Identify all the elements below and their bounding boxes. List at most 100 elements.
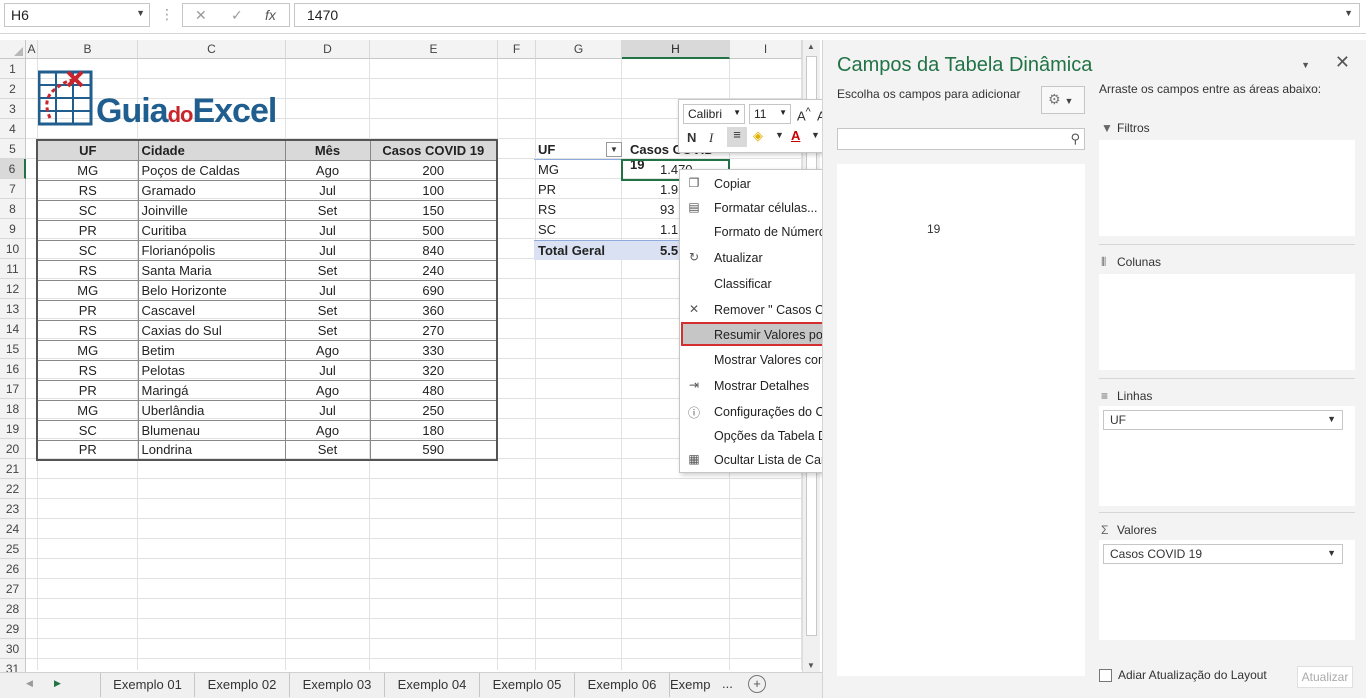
row-header-1[interactable]: 1: [0, 59, 26, 79]
row-header-20[interactable]: 20: [0, 439, 26, 459]
cell-cidade[interactable]: Uberlândia: [137, 399, 286, 421]
row-header-25[interactable]: 25: [0, 539, 26, 559]
field-list[interactable]: 19: [837, 164, 1085, 676]
cell-cidade[interactable]: Caxias do Sul: [137, 319, 286, 341]
cell-cidade[interactable]: Joinville: [137, 199, 286, 221]
chevron-down-icon[interactable]: ▼: [1301, 60, 1310, 70]
row-header-17[interactable]: 17: [0, 379, 26, 399]
values-drop-area[interactable]: Casos COVID 19 ▼: [1099, 540, 1355, 640]
cell-cidade[interactable]: Santa Maria: [137, 259, 286, 281]
cell-cidade[interactable]: Florianópolis: [137, 239, 286, 261]
row-header-15[interactable]: 15: [0, 339, 26, 359]
cell-casos[interactable]: 330: [369, 339, 498, 361]
rows-field-uf[interactable]: UF ▼: [1103, 410, 1343, 430]
cell-casos[interactable]: 590: [369, 439, 498, 461]
row-header-6[interactable]: 6: [0, 159, 26, 179]
columns-drop-area[interactable]: [1099, 274, 1355, 370]
header-mes[interactable]: Mês: [284, 139, 371, 161]
insert-function-icon[interactable]: fx: [265, 7, 276, 23]
italic-button[interactable]: I: [709, 130, 713, 146]
cell-casos[interactable]: 320: [369, 359, 498, 381]
cell-uf[interactable]: RS: [36, 259, 139, 281]
cell-mes[interactable]: Jul: [284, 359, 371, 381]
chevron-down-icon[interactable]: ▼: [136, 8, 145, 18]
chevron-down-icon[interactable]: ▼: [1327, 548, 1336, 558]
cell-mes[interactable]: Ago: [284, 339, 371, 361]
column-header-e[interactable]: E: [370, 40, 498, 59]
row-header-24[interactable]: 24: [0, 519, 26, 539]
cell-uf[interactable]: PR: [36, 299, 139, 321]
cell-mes[interactable]: Ago: [284, 379, 371, 401]
cell-cidade[interactable]: Pelotas: [137, 359, 286, 381]
chevron-down-icon[interactable]: ▼: [1327, 414, 1336, 424]
row-header-11[interactable]: 11: [0, 259, 26, 279]
filters-drop-area[interactable]: [1099, 140, 1355, 236]
cell-mes[interactable]: Ago: [284, 159, 371, 181]
field-search-input[interactable]: ⚲: [837, 128, 1085, 150]
font-color-icon[interactable]: A: [791, 128, 800, 143]
bold-button[interactable]: N: [687, 130, 696, 145]
row-header-10[interactable]: 10: [0, 239, 26, 259]
increase-font-icon[interactable]: A^: [797, 106, 811, 123]
sheet-tab-3[interactable]: Exemplo 03: [290, 673, 385, 697]
sheet-tab-1[interactable]: Exemplo 01: [100, 673, 195, 697]
cell-cidade[interactable]: Betim: [137, 339, 286, 361]
header-casos[interactable]: Casos COVID 19: [369, 139, 498, 161]
row-header-23[interactable]: 23: [0, 499, 26, 519]
values-field-casos[interactable]: Casos COVID 19 ▼: [1103, 544, 1343, 564]
tools-button[interactable]: ⚙ ▼: [1041, 86, 1085, 114]
cell-mes[interactable]: Set: [284, 299, 371, 321]
cell-mes[interactable]: Jul: [284, 279, 371, 301]
formula-input[interactable]: 1470 ▼: [294, 3, 1360, 27]
cell-uf[interactable]: MG: [36, 399, 139, 421]
cell-casos[interactable]: 500: [369, 219, 498, 241]
cell-mes[interactable]: Ago: [284, 419, 371, 441]
row-header-29[interactable]: 29: [0, 619, 26, 639]
column-header-h[interactable]: H: [622, 40, 730, 59]
column-header-d[interactable]: D: [286, 40, 370, 59]
sheet-tab-4[interactable]: Exemplo 04: [385, 673, 480, 697]
row-header-30[interactable]: 30: [0, 639, 26, 659]
sheet-tab-7[interactable]: Exemp: [670, 673, 710, 697]
cell-mes[interactable]: Jul: [284, 239, 371, 261]
cell-cidade[interactable]: Maringá: [137, 379, 286, 401]
checkbox-icon[interactable]: [1099, 669, 1112, 683]
cell-cidade[interactable]: Belo Horizonte: [137, 279, 286, 301]
sheet-tab-6[interactable]: Exemplo 06: [575, 673, 670, 697]
fill-color-icon[interactable]: ◈: [753, 128, 763, 144]
cell-casos[interactable]: 200: [369, 159, 498, 181]
cell-cidade[interactable]: Curitiba: [137, 219, 286, 241]
cell-uf[interactable]: SC: [36, 239, 139, 261]
column-header-i[interactable]: I: [730, 40, 802, 59]
row-header-9[interactable]: 9: [0, 219, 26, 239]
cell-casos[interactable]: 250: [369, 399, 498, 421]
close-icon[interactable]: ✕: [1335, 52, 1350, 73]
cell-mes[interactable]: Set: [284, 199, 371, 221]
rows-drop-area[interactable]: UF ▼: [1099, 406, 1355, 506]
filter-dropdown-icon[interactable]: ▼: [606, 142, 622, 157]
add-sheet-icon[interactable]: +: [748, 675, 766, 693]
cell-uf[interactable]: RS: [36, 179, 139, 201]
cell-mes[interactable]: Jul: [284, 399, 371, 421]
row-header-4[interactable]: 4: [0, 119, 26, 139]
more-sheets[interactable]: ...: [722, 676, 733, 691]
chevron-down-icon[interactable]: ▼: [811, 130, 820, 140]
row-header-19[interactable]: 19: [0, 419, 26, 439]
next-sheet-icon[interactable]: ▶: [54, 678, 61, 689]
cell-mes[interactable]: Set: [284, 439, 371, 461]
font-size-select[interactable]: 11 ▼: [749, 104, 791, 124]
cell-mes[interactable]: Jul: [284, 219, 371, 241]
cell-mes[interactable]: Jul: [284, 179, 371, 201]
cell-uf[interactable]: PR: [36, 439, 139, 461]
row-header-28[interactable]: 28: [0, 599, 26, 619]
chevron-down-icon[interactable]: ▼: [775, 130, 784, 140]
cell-cidade[interactable]: Blumenau: [137, 419, 286, 441]
column-header-b[interactable]: B: [38, 40, 138, 59]
cell-uf[interactable]: SC: [36, 199, 139, 221]
cell-casos[interactable]: 100: [369, 179, 498, 201]
row-header-27[interactable]: 27: [0, 579, 26, 599]
row-header-21[interactable]: 21: [0, 459, 26, 479]
scroll-down-icon[interactable]: ▼: [807, 661, 815, 670]
header-cidade[interactable]: Cidade: [137, 139, 286, 161]
row-header-8[interactable]: 8: [0, 199, 26, 219]
